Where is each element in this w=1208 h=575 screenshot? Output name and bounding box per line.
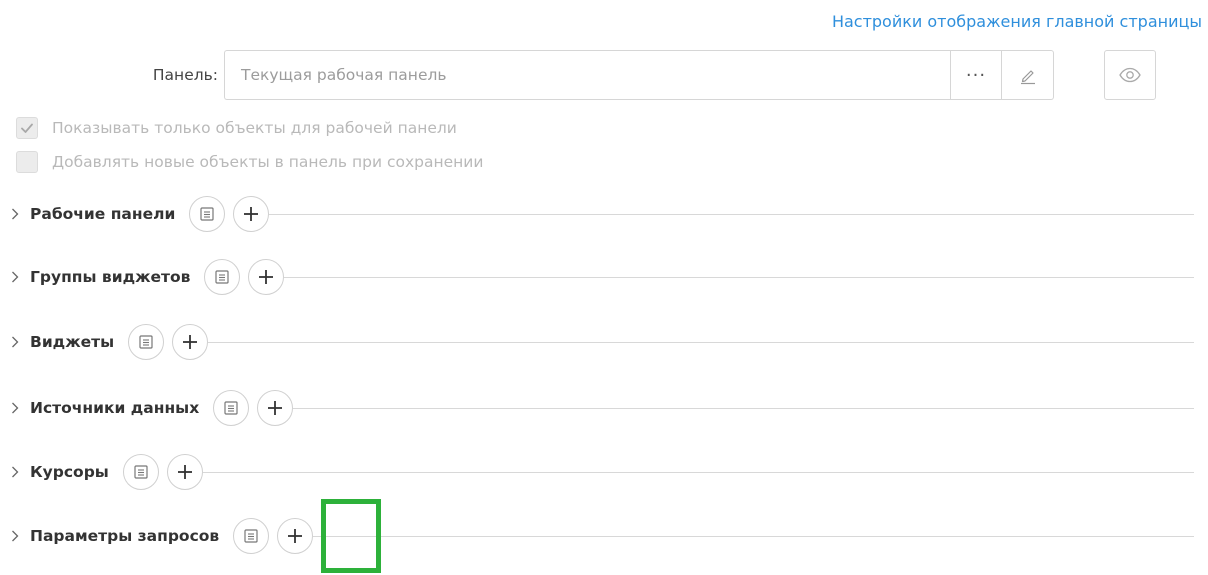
section-divider <box>202 471 1194 473</box>
list-icon <box>224 401 238 415</box>
chevron-right-icon[interactable] <box>10 398 26 418</box>
list-view-button[interactable] <box>189 196 226 232</box>
list-icon <box>200 207 214 221</box>
add-button[interactable] <box>233 196 270 232</box>
chevron-right-icon[interactable] <box>10 267 26 287</box>
section-divider <box>269 213 1194 215</box>
plus-icon <box>183 335 198 349</box>
plus-icon <box>244 207 259 221</box>
section-title[interactable]: Виджеты <box>30 333 114 351</box>
section-widgets: Виджеты <box>10 322 1194 362</box>
plus-icon <box>288 529 303 543</box>
option-add-new-objects: Добавлять новые объекты в панель при сох… <box>16 151 483 173</box>
more-dots-icon: ··· <box>965 64 987 86</box>
list-icon <box>244 529 258 543</box>
list-view-button[interactable] <box>213 390 250 426</box>
add-button[interactable] <box>248 259 285 295</box>
list-view-button[interactable] <box>204 259 241 295</box>
add-button[interactable] <box>257 390 294 426</box>
only-workspace-objects-label: Показывать только объекты для рабочей па… <box>52 119 457 137</box>
chevron-right-icon[interactable] <box>10 462 26 482</box>
panel-preview-button[interactable] <box>1104 50 1156 100</box>
list-view-button[interactable] <box>122 454 159 490</box>
eye-icon <box>1119 67 1141 83</box>
list-icon <box>134 465 148 479</box>
main-page-display-settings-link[interactable]: Настройки отображения главной страницы <box>832 12 1202 31</box>
section-data-sources: Источники данных <box>10 388 1194 428</box>
panel-label: Панель: <box>152 66 218 84</box>
chevron-right-icon[interactable] <box>10 526 26 546</box>
add-new-objects-label: Добавлять новые объекты в панель при сох… <box>52 153 484 171</box>
section-divider <box>284 276 1194 278</box>
pencil-icon <box>1020 70 1035 85</box>
section-divider <box>293 407 1194 409</box>
plus-icon <box>177 465 192 479</box>
add-query-parameter-button[interactable] <box>277 518 314 554</box>
only-workspace-objects-checkbox[interactable] <box>16 117 38 139</box>
add-button[interactable] <box>166 454 203 490</box>
section-widget-groups: Группы виджетов <box>10 257 1194 297</box>
option-only-workspace-objects: Показывать только объекты для рабочей па… <box>16 117 457 139</box>
list-icon <box>215 270 230 284</box>
section-workspaces: Рабочие панели <box>10 194 1194 234</box>
section-title[interactable]: Группы виджетов <box>30 268 190 286</box>
list-view-button[interactable] <box>128 324 165 360</box>
panel-browse-button[interactable]: ··· <box>950 50 1002 100</box>
add-button[interactable] <box>172 324 209 360</box>
panel-field[interactable]: Текущая рабочая панель <box>224 50 950 100</box>
chevron-right-icon[interactable] <box>10 204 26 224</box>
add-new-objects-checkbox[interactable] <box>16 151 38 173</box>
section-divider <box>313 535 1194 537</box>
check-icon <box>21 123 33 133</box>
section-title[interactable]: Курсоры <box>30 463 109 481</box>
plus-icon <box>259 270 274 284</box>
list-icon <box>139 335 153 349</box>
section-query-parameters: Параметры запросов <box>10 516 1194 556</box>
panel-edit-button[interactable] <box>1002 50 1054 100</box>
chevron-right-icon[interactable] <box>10 332 26 352</box>
section-divider <box>208 341 1194 343</box>
section-title[interactable]: Рабочие панели <box>30 205 175 223</box>
plus-icon <box>268 401 283 415</box>
list-view-button[interactable] <box>233 518 270 554</box>
section-title[interactable]: Источники данных <box>30 399 199 417</box>
section-title[interactable]: Параметры запросов <box>30 527 219 545</box>
section-cursors: Курсоры <box>10 452 1194 492</box>
